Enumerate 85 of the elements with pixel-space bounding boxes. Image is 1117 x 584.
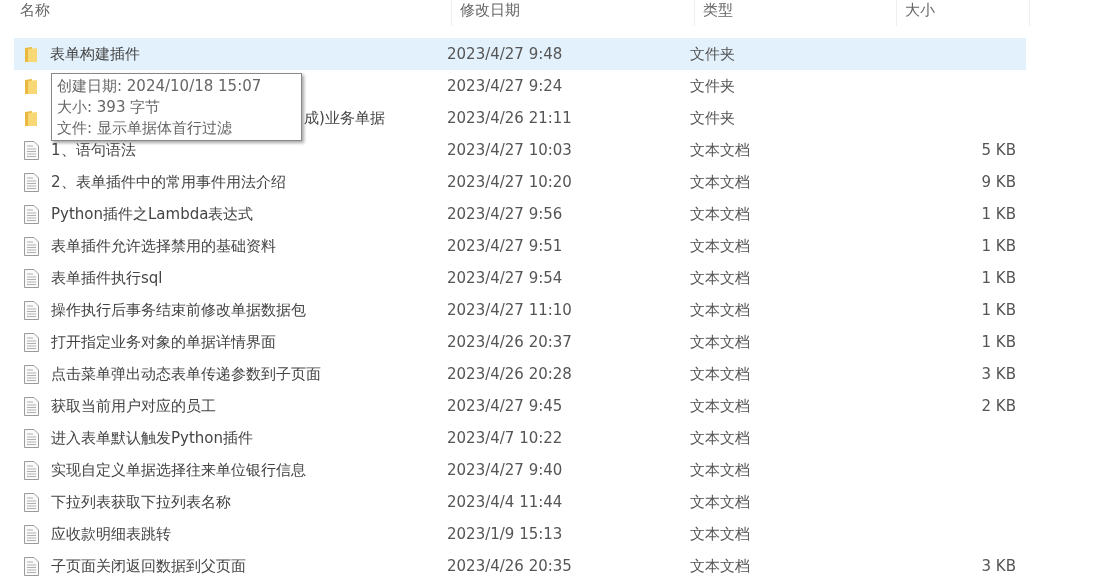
file-name: Python插件之Lambda表达式 xyxy=(51,204,254,224)
file-type: 文本文档 xyxy=(690,140,751,160)
document-icon xyxy=(24,172,39,192)
file-type: 文本文档 xyxy=(690,172,751,192)
file-type: 文本文档 xyxy=(690,428,751,448)
file-type: 文件夹 xyxy=(690,44,736,64)
file-type: 文本文档 xyxy=(690,236,751,256)
file-name: 表单构建插件 xyxy=(50,44,140,64)
file-name: 表单插件允许选择禁用的基础资料 xyxy=(51,236,276,256)
document-icon xyxy=(24,140,39,160)
document-icon xyxy=(24,396,39,416)
modified-date: 2023/4/27 11:10 xyxy=(447,301,573,319)
modified-date: 2023/1/9 15:13 xyxy=(447,525,564,543)
file-size: 1 KB xyxy=(981,205,1016,223)
document-icon xyxy=(24,364,39,384)
document-icon xyxy=(24,428,39,448)
file-type: 文本文档 xyxy=(690,556,751,576)
column-header[interactable]: 大小 xyxy=(897,0,1030,26)
modified-date: 2023/4/27 9:56 xyxy=(447,205,564,223)
modified-date: 2023/4/26 20:37 xyxy=(447,333,573,351)
column-header[interactable]: 名称 xyxy=(0,0,452,26)
file-type: 文本文档 xyxy=(690,300,751,320)
document-icon xyxy=(24,332,39,352)
folder-icon xyxy=(24,45,38,63)
modified-date: 2023/4/7 10:22 xyxy=(447,429,564,447)
file-size: 1 KB xyxy=(981,301,1016,319)
tooltip-text: 文件: 显示单据体首行过滤 xyxy=(57,118,233,139)
file-size: 9 KB xyxy=(981,173,1016,191)
file-size: 1 KB xyxy=(981,333,1016,351)
file-type: 文本文档 xyxy=(690,524,751,544)
file-type: 文本文档 xyxy=(690,268,751,288)
document-icon xyxy=(24,556,39,576)
tooltip-text: 大小: 393 字节 xyxy=(57,97,162,118)
file-name: 进入表单默认触发Python插件 xyxy=(51,428,253,448)
selected-row[interactable]: 表单构建插件 2023/4/27 9:48 文件夹 xyxy=(14,38,1026,70)
file-name: 表单插件执行sql xyxy=(51,268,163,288)
modified-date: 2023/4/26 20:35 xyxy=(447,557,573,575)
modified-date: 2023/4/27 9:48 xyxy=(447,45,564,63)
file-name: 1、语句语法 xyxy=(51,140,136,160)
file-size: 5 KB xyxy=(981,141,1016,159)
file-size: 2 KB xyxy=(981,397,1016,415)
file-size: 3 KB xyxy=(981,365,1016,383)
file-type: 文本文档 xyxy=(690,396,751,416)
file-name: 打开指定业务对象的单据详情界面 xyxy=(51,332,276,352)
file-name: 应收款明细表跳转 xyxy=(51,524,171,544)
document-icon xyxy=(24,524,39,544)
file-name: 下拉列表获取下拉列表名称 xyxy=(51,492,231,512)
modified-date: 2023/4/26 21:11 xyxy=(447,109,573,127)
file-size: 1 KB xyxy=(981,237,1016,255)
file-name: 2、表单插件中的常用事件用法介绍 xyxy=(51,172,286,192)
modified-date: 2023/4/26 20:28 xyxy=(447,365,573,383)
column-header[interactable]: 类型 xyxy=(695,0,897,26)
modified-date: 2023/4/27 9:40 xyxy=(447,461,564,479)
file-name: 成)业务单据 xyxy=(304,108,385,128)
file-type: 文件夹 xyxy=(690,108,736,128)
document-icon xyxy=(24,268,39,288)
column-header[interactable]: 修改日期 xyxy=(452,0,695,26)
file-name: 点击菜单弹出动态表单传递参数到子页面 xyxy=(51,364,321,384)
file-type: 文本文档 xyxy=(690,364,751,384)
file-name: 操作执行后事务结束前修改单据数据包 xyxy=(51,300,306,320)
folder-icon xyxy=(24,109,38,127)
file-name: 获取当前用户对应的员工 xyxy=(51,396,216,416)
document-icon xyxy=(24,460,39,480)
modified-date: 2023/4/27 9:24 xyxy=(447,77,564,95)
modified-date: 2023/4/27 10:20 xyxy=(447,173,573,191)
file-type: 文本文档 xyxy=(690,460,751,480)
document-icon xyxy=(24,204,39,224)
file-size: 3 KB xyxy=(981,557,1016,575)
file-type: 文本文档 xyxy=(690,204,751,224)
file-type: 文本文档 xyxy=(690,332,751,352)
document-icon xyxy=(24,236,39,256)
modified-date: 2023/4/27 9:54 xyxy=(447,269,564,287)
tooltip-text: 创建日期: 2024/10/18 15:07 xyxy=(57,76,263,97)
modified-date: 2023/4/4 11:44 xyxy=(447,493,564,511)
file-type: 文本文档 xyxy=(690,492,751,512)
file-size: 1 KB xyxy=(981,269,1016,287)
document-icon xyxy=(24,300,39,320)
file-name: 实现自定义单据选择往来单位银行信息 xyxy=(51,460,306,480)
document-icon xyxy=(24,492,39,512)
file-name: 子页面关闭返回数据到父页面 xyxy=(51,556,246,576)
modified-date: 2023/4/27 10:03 xyxy=(447,141,573,159)
modified-date: 2023/4/27 9:45 xyxy=(447,397,564,415)
modified-date: 2023/4/27 9:51 xyxy=(447,237,564,255)
file-type: 文件夹 xyxy=(690,76,736,96)
folder-icon xyxy=(24,77,38,95)
